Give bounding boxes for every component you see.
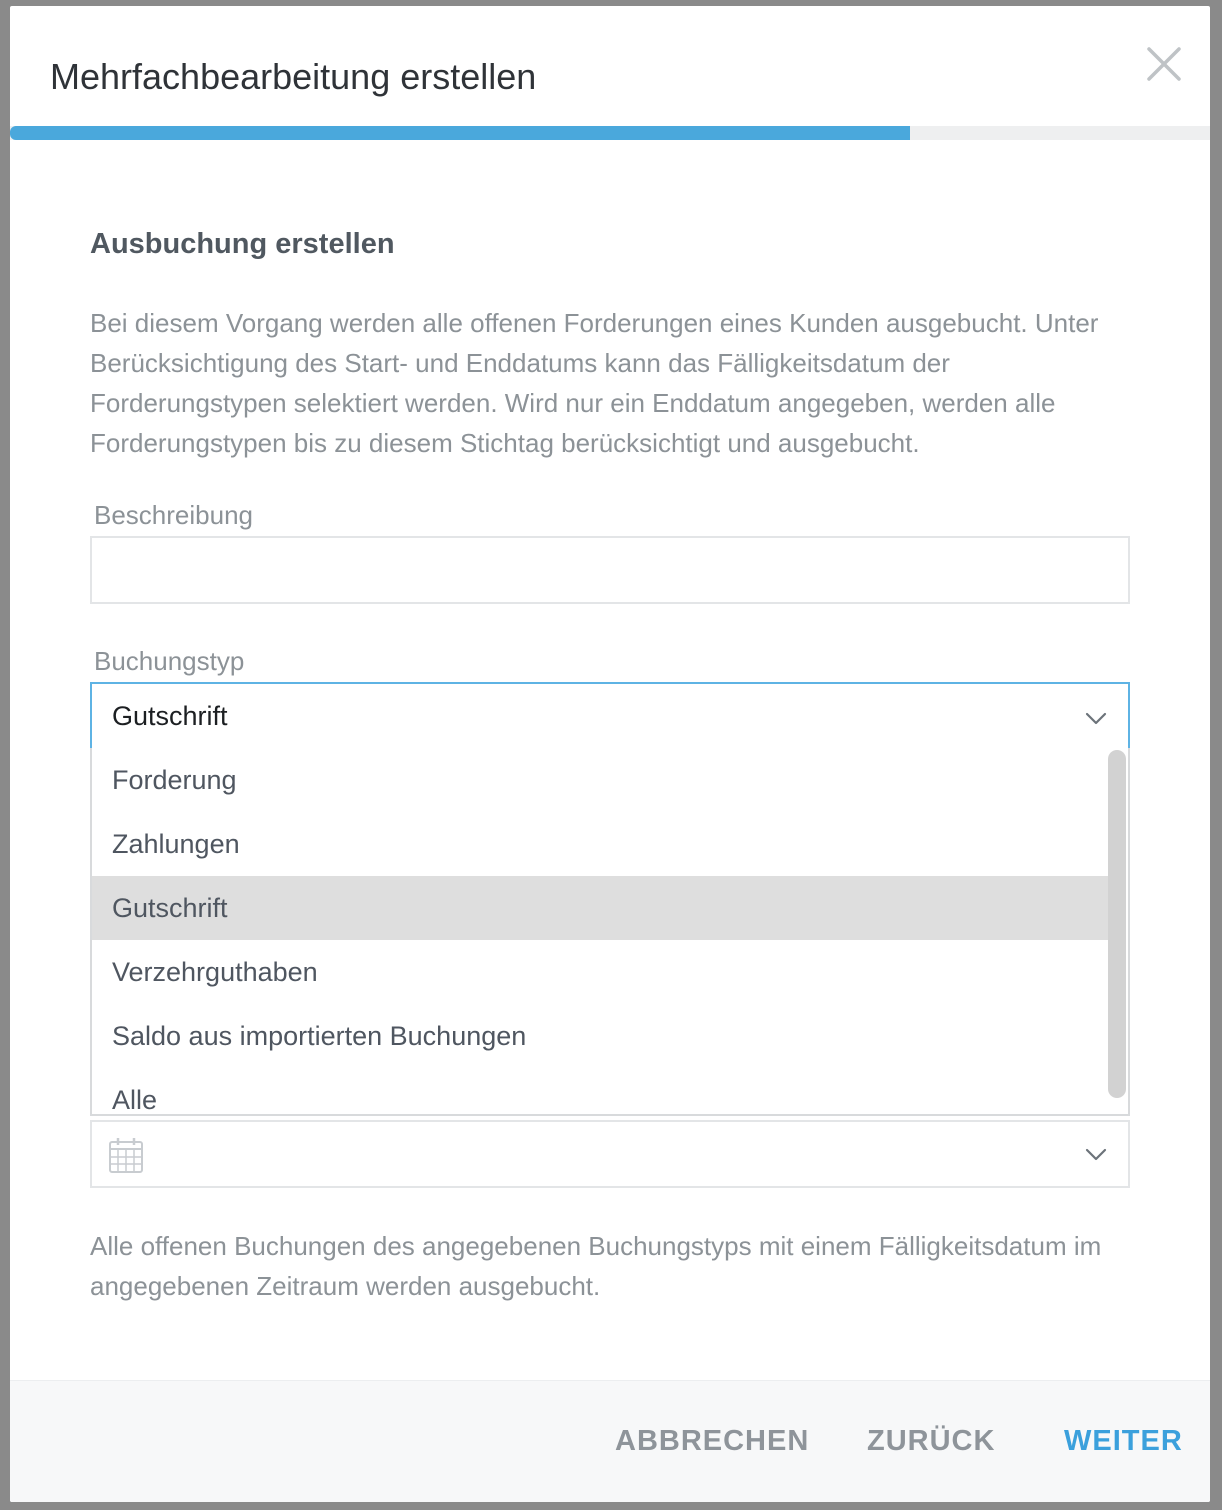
section-title: Ausbuchung erstellen	[90, 228, 395, 260]
section-description: Bei diesem Vorgang werden alle offenen F…	[90, 308, 1099, 458]
progress-bar-fill	[10, 126, 910, 140]
back-button[interactable]: ZURÜCK	[867, 1425, 995, 1458]
buchungstyp-dropdown: Forderung Zahlungen Gutschrift Verzehrgu…	[90, 748, 1130, 1116]
dropdown-scrollbar[interactable]	[1108, 750, 1126, 1098]
dropdown-option-saldo[interactable]: Saldo aus importierten Buchungen	[92, 1004, 1110, 1068]
modal-footer: ABBRECHEN ZURÜCK WEITER	[10, 1380, 1210, 1502]
dropdown-option-zahlungen[interactable]: Zahlungen	[92, 812, 1110, 876]
calendar-icon	[109, 1138, 143, 1173]
dropdown-option-gutschrift[interactable]: Gutschrift	[92, 876, 1110, 940]
dropdown-option-verzehrguthaben[interactable]: Verzehrguthaben	[92, 940, 1110, 1004]
modal-dialog: Mehrfachbearbeitung erstellen Ausbuchung…	[10, 6, 1210, 1502]
dropdown-option-forderung[interactable]: Forderung	[92, 748, 1110, 812]
date-range-field[interactable]	[90, 1120, 1130, 1188]
progress-bar	[10, 126, 1210, 140]
hint-text: Alle offenen Buchungen des angegebenen B…	[90, 1231, 1102, 1301]
cancel-button[interactable]: ABBRECHEN	[615, 1425, 809, 1458]
beschreibung-label: Beschreibung	[94, 500, 253, 530]
chevron-down-icon	[1085, 1148, 1107, 1161]
modal-content: Ausbuchung erstellen Bei diesem Vorgang …	[90, 140, 1130, 1301]
beschreibung-input[interactable]	[90, 536, 1130, 604]
modal-title: Mehrfachbearbeitung erstellen	[50, 56, 537, 97]
next-button[interactable]: WEITER	[1064, 1425, 1183, 1458]
close-icon	[1147, 47, 1181, 81]
dropdown-option-alle[interactable]: Alle	[92, 1068, 1110, 1115]
buchungstyp-label: Buchungstyp	[94, 646, 245, 676]
buchungstyp-select[interactable]: Gutschrift	[90, 682, 1130, 750]
buchungstyp-selected-value: Gutschrift	[112, 700, 228, 731]
close-button[interactable]	[1144, 44, 1184, 84]
chevron-down-icon	[1085, 712, 1107, 725]
modal-header: Mehrfachbearbeitung erstellen	[10, 6, 1210, 126]
